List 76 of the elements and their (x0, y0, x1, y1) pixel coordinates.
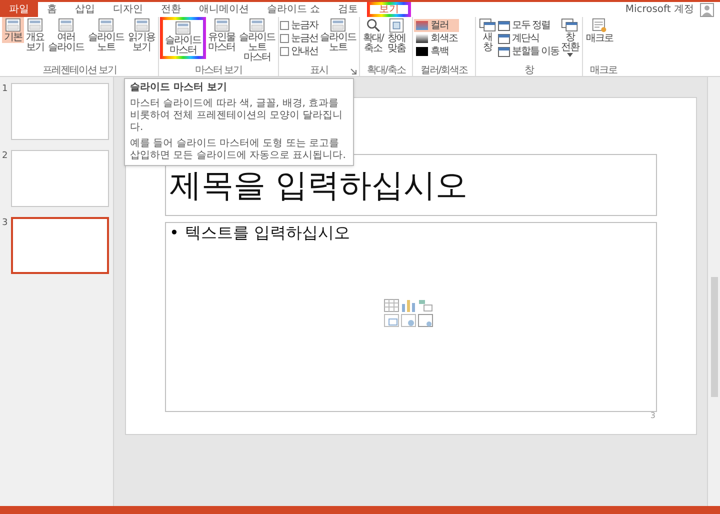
window-icon (498, 34, 510, 44)
color-mode-option[interactable]: 컬러 (414, 19, 460, 32)
account-name[interactable]: Microsoft 계정 (625, 2, 694, 17)
color-mode-option[interactable]: 회색조 (414, 32, 460, 45)
group-label: 표시 (310, 66, 328, 76)
checkbox-option[interactable]: 눈금선 (280, 32, 318, 45)
slide-number: 3 (650, 410, 656, 422)
ribbon-button[interactable]: 기본 (2, 17, 24, 43)
checkbox[interactable] (280, 21, 289, 30)
ribbon-button[interactable]: 개요 보기 (24, 17, 46, 53)
ribbon-tab[interactable]: 홈 (38, 2, 66, 17)
group-label: 매크로 (590, 66, 617, 76)
checkbox-label: 안내선 (291, 45, 318, 58)
layout-icon (175, 21, 191, 35)
video-icon[interactable] (418, 314, 432, 327)
window-command[interactable]: 분할틀 이동 (498, 45, 559, 58)
slide-thumbnail[interactable] (11, 217, 109, 274)
content-placeholder[interactable]: • 텍스트를 입력하십시오 (164, 222, 656, 412)
ribbon-button[interactable]: 확대/ 축소 (361, 17, 386, 54)
ribbon-tab[interactable]: 슬라이드 쇼 (258, 2, 330, 17)
diagram-icon[interactable] (418, 299, 432, 312)
checkbox[interactable] (280, 34, 289, 43)
slide-thumbnail[interactable] (11, 150, 109, 207)
ribbon-button[interactable]: 슬라이드 노트 마스터 (237, 17, 277, 63)
scrollbar[interactable] (707, 77, 720, 506)
swatch-icon (416, 47, 428, 56)
ribbon-button[interactable]: 새 창 (476, 17, 498, 53)
window-command[interactable]: 모두 정렬 (498, 19, 559, 32)
search-icon (366, 18, 381, 33)
ribbon-tab[interactable]: 삽입 (66, 2, 104, 17)
checkbox-option[interactable]: 안내선 (280, 45, 318, 58)
ribbon-button[interactable]: 창 전환 (558, 17, 581, 57)
ribbon-button[interactable]: 슬라이드 마스터 (160, 17, 206, 59)
window-command[interactable]: 계단식 (498, 32, 559, 45)
ribbon-button[interactable]: 매크로 (584, 17, 615, 44)
group-label: 확대/축소 (367, 66, 406, 76)
body-text: 텍스트를 입력하십시오 (184, 223, 350, 243)
title-text: 제목을 입력하십시오 (170, 165, 468, 206)
bar-chart-icon[interactable] (400, 299, 416, 312)
tooltip-title: 슬라이드 마스터 보기 (130, 82, 228, 94)
ribbon-button[interactable]: 슬라이드 노트 (86, 17, 126, 53)
group-label: 마스터 보기 (194, 66, 242, 76)
ribbon-button[interactable]: 여러 슬라이드 (46, 17, 86, 53)
picture-icon[interactable] (400, 314, 416, 327)
color-mode-option[interactable]: 흑백 (414, 45, 460, 58)
layout-icon (5, 18, 21, 32)
table-icon[interactable] (384, 299, 398, 312)
slide-number: 1 (2, 83, 9, 96)
window-icon (498, 46, 510, 56)
checkbox-label: 눈금자 (291, 19, 318, 32)
checkbox-label: 눈금선 (291, 32, 318, 45)
user-icon[interactable] (700, 2, 714, 16)
ribbon-tab[interactable]: 검토 (329, 2, 368, 17)
swatch-icon (416, 21, 428, 30)
slide-thumbnail[interactable] (11, 83, 109, 140)
group-label: 프레젠테이션 보기 (42, 66, 117, 76)
ribbon-button[interactable]: 창에 맞춤 (385, 17, 408, 54)
ribbon-tab[interactable]: 전환 (152, 2, 190, 17)
tooltip-text: 마스터 슬라이드에 따라 색, 글꼴, 배경, 효과를 비롯하여 전체 프레젠테이션의 모양이 달라집니다. (130, 98, 344, 134)
image-icon[interactable] (384, 314, 398, 327)
launcher-icon[interactable] (350, 68, 357, 75)
slide-number: 2 (2, 150, 9, 163)
group-label: 컬러/회색조 (420, 66, 468, 76)
swatch-icon (416, 34, 428, 43)
checkbox[interactable] (280, 47, 289, 56)
ribbon-button[interactable]: 유인물 마스터 (206, 17, 237, 53)
slide-number: 3 (2, 217, 9, 230)
checkbox-option[interactable]: 눈금자 (280, 19, 318, 32)
ribbon-button[interactable]: 슬라이드 노트 (318, 17, 358, 53)
ribbon-button[interactable]: 읽기용 보기 (126, 17, 157, 53)
bullet-mark: • (170, 223, 179, 243)
window-icon (498, 20, 510, 30)
group-label: 창 (524, 66, 534, 76)
ribbon-tab[interactable]: 애니메이션 (190, 2, 258, 17)
ribbon-tab[interactable]: 디자인 (104, 2, 152, 17)
ribbon-tab[interactable]: 파일 (0, 2, 38, 17)
